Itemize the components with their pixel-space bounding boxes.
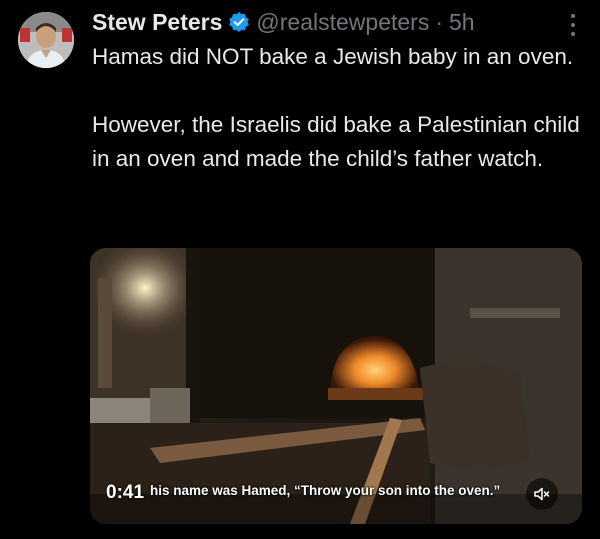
tweet-header: Stew Peters @realstewpeters · 5h — [92, 6, 475, 38]
user-handle[interactable]: @realstewpeters — [256, 9, 429, 36]
verified-badge-icon[interactable] — [228, 11, 250, 33]
mute-button[interactable] — [526, 478, 558, 510]
video-player[interactable]: 0:41 his name was Hamed, “Throw your son… — [90, 248, 582, 524]
video-timestamp[interactable]: 0:41 — [106, 482, 144, 504]
video-subtitle: his name was Hamed, “Throw your son into… — [150, 483, 501, 498]
timestamp[interactable]: 5h — [449, 9, 475, 36]
separator-dot: · — [435, 8, 443, 35]
display-name[interactable]: Stew Peters — [92, 9, 222, 36]
avatar[interactable] — [18, 12, 74, 68]
tweet-text: Hamas did NOT bake a Jewish baby in an o… — [92, 40, 582, 176]
profile-photo-icon — [18, 12, 74, 68]
volume-muted-icon — [534, 487, 550, 501]
tweet-paragraph: Hamas did NOT bake a Jewish baby in an o… — [92, 44, 574, 69]
tweet[interactable]: Stew Peters @realstewpeters · 5h Hamas d… — [0, 0, 600, 539]
more-vertical-icon[interactable] — [566, 14, 580, 36]
tweet-paragraph: However, the Israelis did bake a Palesti… — [92, 112, 580, 171]
